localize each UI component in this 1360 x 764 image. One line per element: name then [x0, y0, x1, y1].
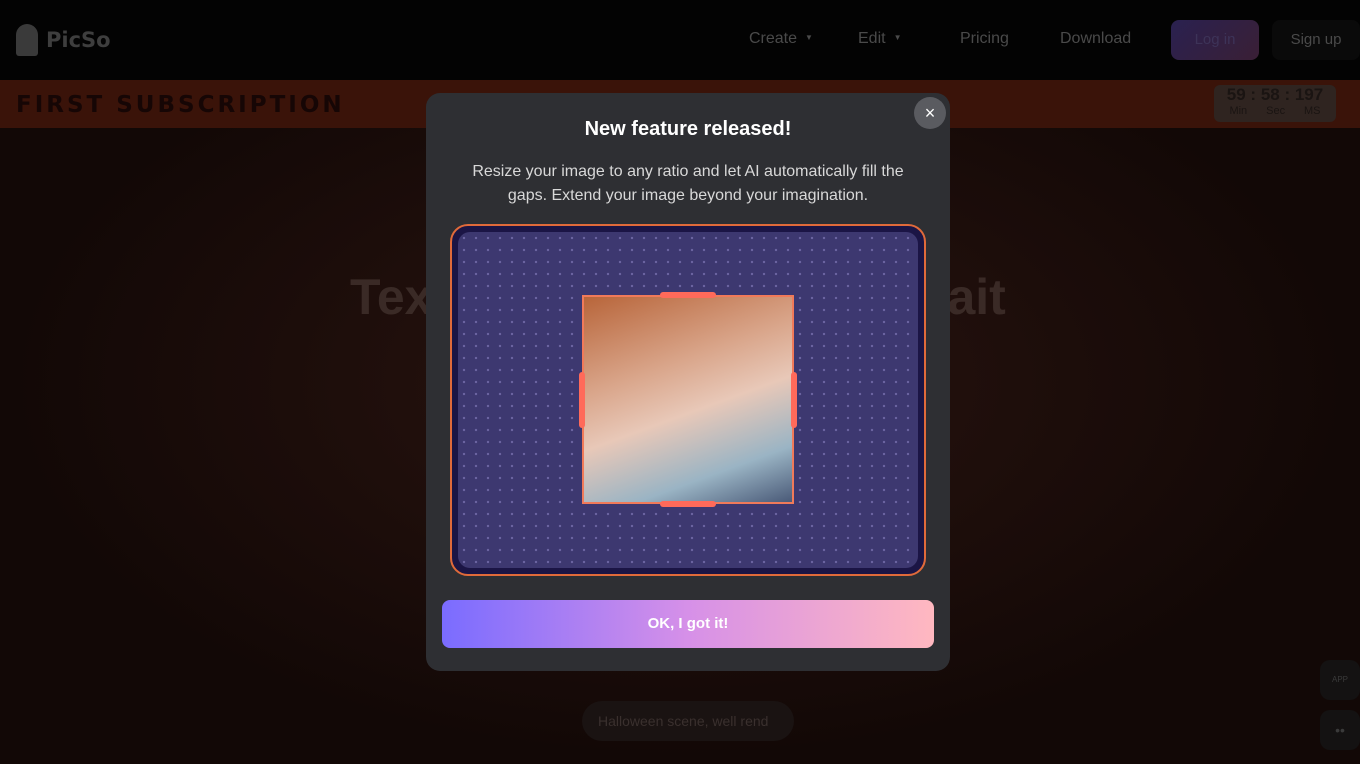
caret-down-icon: ▼ — [805, 33, 813, 42]
signup-button[interactable]: Sign up — [1272, 20, 1360, 60]
nav-edit[interactable]: Edit ▼ — [858, 30, 902, 48]
portrait-image — [582, 295, 794, 504]
timer-ms: 197 — [1294, 85, 1324, 104]
caret-down-icon: ▼ — [893, 33, 902, 42]
logo[interactable]: PicSo — [16, 24, 111, 56]
timer-sec-label: Sec — [1266, 105, 1286, 117]
nav-create[interactable]: Create ▼ — [749, 30, 813, 48]
resize-handle-left — [579, 372, 585, 428]
timer-min: 59 — [1226, 85, 1246, 104]
nav-edit-label: Edit — [858, 30, 886, 47]
hero-title-left: Tex — [350, 269, 433, 325]
banner-text: FIRST SUBSCRIPTION — [16, 92, 345, 118]
app-download-button[interactable]: APP — [1320, 660, 1360, 700]
nav-pricing[interactable]: Pricing — [960, 30, 1009, 48]
timer-min-label: Min — [1229, 105, 1248, 117]
modal-title: New feature released! — [584, 118, 792, 140]
timer-sec: 58 — [1260, 85, 1280, 104]
top-nav: PicSo Create ▼ Edit ▼ Pricing Download Log… — [0, 0, 1360, 80]
prompt-input[interactable]: Halloween scene, well rend — [582, 701, 794, 741]
countdown-timer: 59 : 58 : 197 Min Sec MS — [1214, 85, 1336, 122]
chat-bot-icon[interactable]: •• — [1320, 710, 1360, 750]
modal-description: Resize your image to any ratio and let A… — [472, 163, 904, 204]
nav-download[interactable]: Download — [1060, 30, 1131, 48]
timer-ms-label: MS — [1304, 105, 1321, 117]
resize-handle-bottom — [660, 501, 716, 507]
login-button[interactable]: Log in — [1171, 20, 1259, 60]
nav-create-label: Create — [749, 30, 798, 47]
resize-handle-top — [660, 292, 716, 298]
ok-got-it-button[interactable]: OK, I got it! — [442, 600, 934, 648]
resize-handle-right — [791, 372, 797, 428]
brand-name: PicSo — [46, 28, 111, 52]
picso-logo-icon — [16, 24, 38, 56]
